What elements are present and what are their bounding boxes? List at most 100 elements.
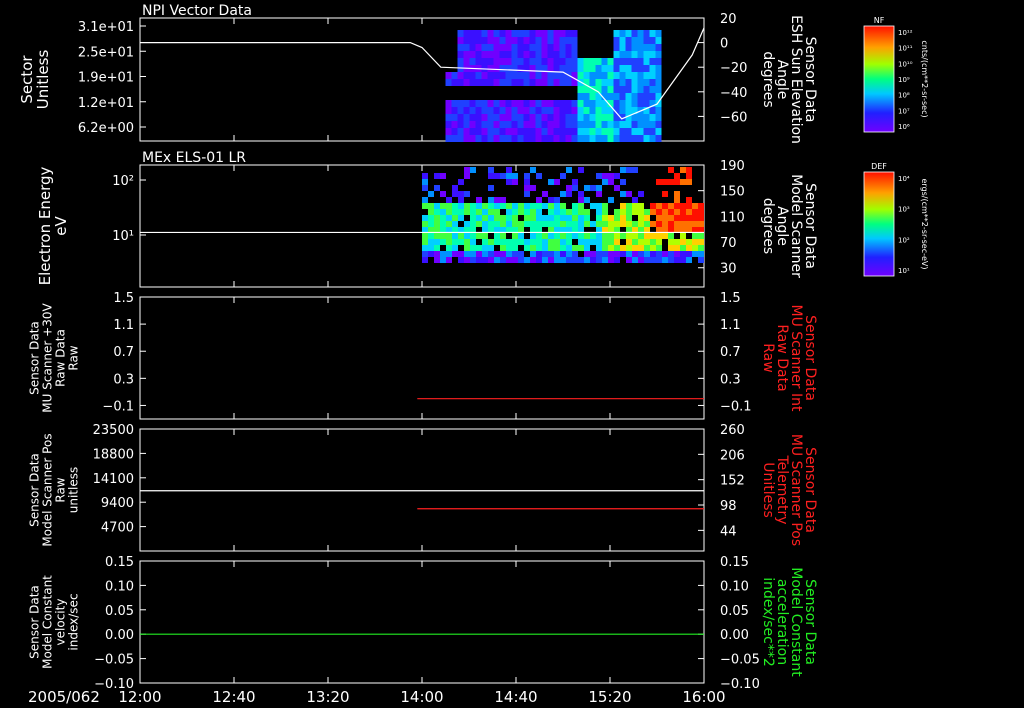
spectrogram-cell [542,245,548,251]
spectrogram-cell [662,203,668,209]
spectrogram-cell [487,100,494,107]
spectrogram-cell [620,245,626,251]
spectrogram-cell [572,209,578,215]
spectrogram-cell [602,179,608,185]
spectrogram-cell [619,86,626,93]
spectrogram-cell [655,135,662,142]
spectrogram-cell [571,100,578,107]
spectrogram-cell [613,44,620,51]
spectrogram-cell [517,114,524,121]
spectrogram-cell [445,128,452,135]
spectrogram-cell [668,167,674,173]
spectrogram-cell [644,257,650,263]
y-tick-label: 1.9e+01 [78,71,134,86]
spectrogram-cell [655,121,662,128]
spectrogram-cell [553,44,560,51]
spectrogram-cell [565,121,572,128]
spectrogram-cell [500,221,506,227]
spectrogram-cell [553,79,560,86]
spectrogram-cell [512,239,518,245]
spectrogram-cell [511,58,518,65]
spectrogram-cell [565,37,572,44]
spectrogram-cell [446,221,452,227]
spectrogram-cell [446,245,452,251]
spectrogram-cell [608,239,614,245]
spectrogram-cell [595,128,602,135]
spectrogram-cell [602,215,608,221]
spectrogram-cell [451,100,458,107]
spectrogram-cell [571,107,578,114]
spectrogram-cell [649,65,656,72]
spectrogram-cell [650,245,656,251]
spectrogram-cell [686,251,692,257]
spectrogram-cell [487,30,494,37]
spectrogram-cell [553,65,560,72]
y-tick-label: 9400 [101,496,134,511]
spectrogram-cell [614,251,620,257]
spectrogram-cell [571,121,578,128]
spectrogram-cell [548,203,554,209]
spectrogram-cell [481,107,488,114]
spectrogram-cell [548,215,554,221]
spectrogram-cell [590,257,596,263]
spectrogram-cell [428,203,434,209]
spectrogram-cell [571,44,578,51]
spectrogram-cell [625,65,632,72]
spectrogram-cell [602,245,608,251]
colorbar-def: DEF 10⁴ 10³ 10² 10¹ ergs/(cm**2-sr-sec-eV) [863,162,929,277]
spectrogram-cell [674,173,680,179]
spectrogram-cell [553,58,560,65]
y2-axis-label-line: index/sec**2 [760,577,776,667]
spectrogram-cell [476,197,482,203]
spectrogram-cell [559,79,566,86]
spectrogram-cell [608,245,614,251]
spectrogram-cell [440,191,446,197]
spectrogram-cell [500,197,506,203]
spectrogram-cell [595,121,602,128]
spectrogram-cell [589,107,596,114]
spectrogram-cell [583,93,590,100]
spectrogram-cell [643,121,650,128]
y2-tick-label: 150 [720,185,745,200]
spectrogram-cell [457,107,464,114]
spectrogram-cell [698,221,704,227]
spectrogram-cell [632,197,638,203]
spectrogram-cell [505,100,512,107]
y-tick-label: 0.10 [105,579,134,594]
spectrogram-cell [577,114,584,121]
spectrogram-cell [457,72,464,79]
spectrogram-cell [422,215,428,221]
spectrogram-cell [542,257,548,263]
spectrogram-cell [643,51,650,58]
spectrogram-cell [422,245,428,251]
spectrogram-cell [686,203,692,209]
spectrogram-cell [596,191,602,197]
x-tick-label: 14:00 [400,688,443,706]
spectrogram-cell [637,72,644,79]
spectrogram-cell [649,86,656,93]
spectrogram-cell [589,65,596,72]
spectrogram-cell [464,221,470,227]
spectrogram-cell [470,215,476,221]
spectrogram-cell [494,221,500,227]
spectrogram-cell [512,215,518,221]
spectrogram-cell [523,121,530,128]
spectrogram-cell [637,100,644,107]
spectrogram-cell [680,257,686,263]
spectrogram-cell [458,233,464,239]
spectrogram-cell [529,72,536,79]
spectrogram-cell [536,251,542,257]
spectrogram-cell [649,30,656,37]
spectrogram-cell [487,135,494,142]
spectrogram-cell [518,233,524,239]
spectrogram-cell [451,121,458,128]
spectrogram-cell [464,191,470,197]
spectrogram-cell [602,239,608,245]
spectrogram-cell [463,100,470,107]
spectrogram-cell [619,51,626,58]
spectrogram-cell [523,30,530,37]
spectrogram-cell [698,239,704,245]
spectrogram-cell [680,179,686,185]
spectrogram-cell [626,239,632,245]
spectrogram-cell [577,86,584,93]
